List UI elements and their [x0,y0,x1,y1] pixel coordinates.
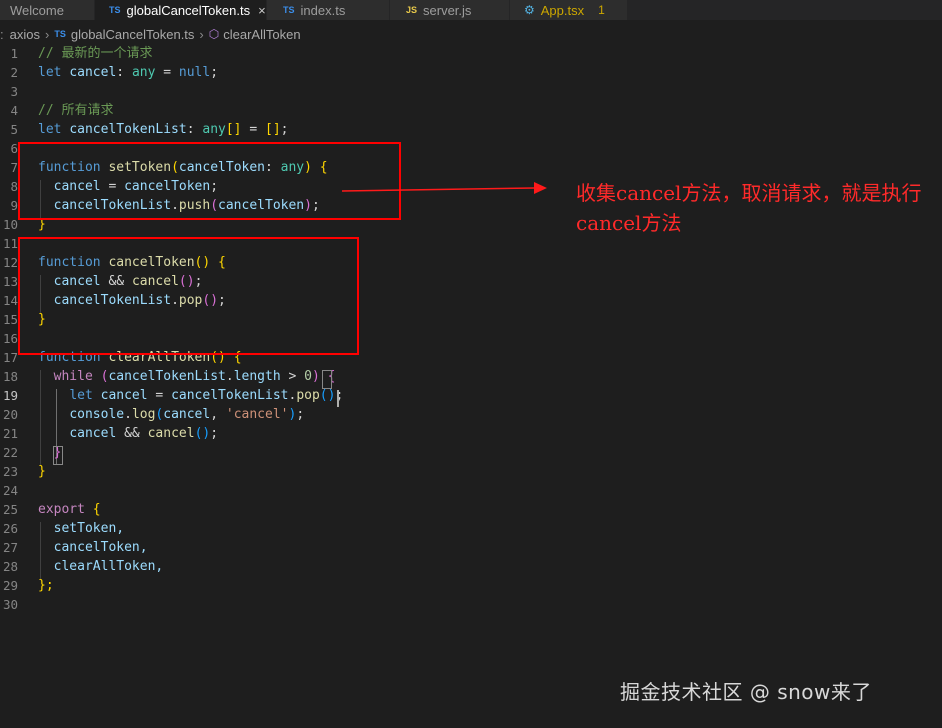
arrow-head [534,182,547,194]
annotation-arrow [341,182,547,194]
annotation-text: 收集cancel方法，取消请求，就是执行cancel方法 [576,181,922,235]
arrow-line [341,187,535,192]
watermark: 掘金技术社区 @ snow来了 [620,680,872,704]
